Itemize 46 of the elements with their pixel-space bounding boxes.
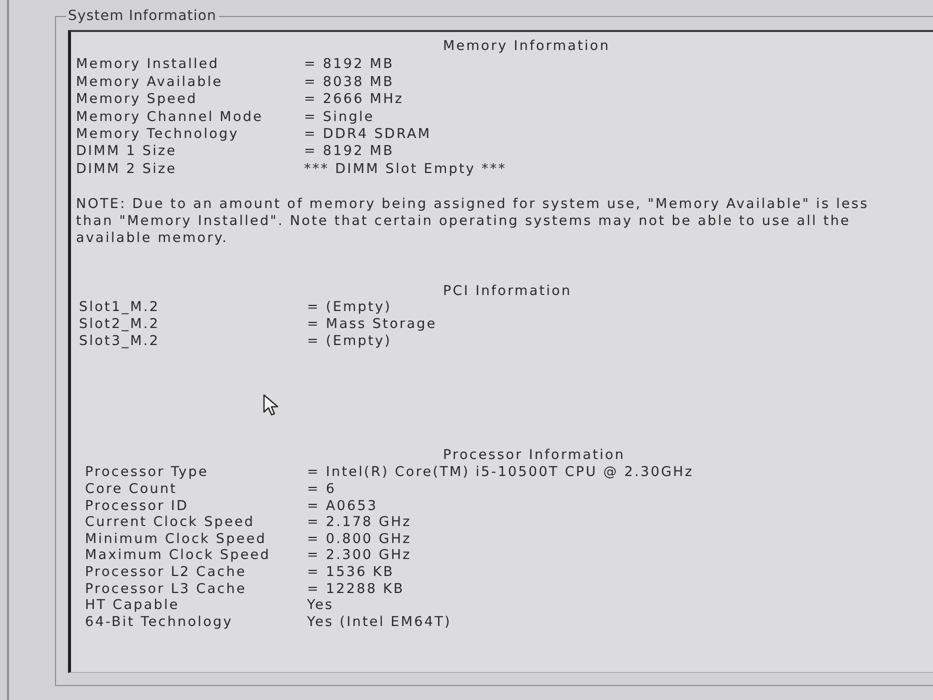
field-label: Memory Installed <box>76 56 220 74</box>
field-value: = 2666 MHz <box>304 91 404 109</box>
section-title: Memory Information <box>443 38 610 54</box>
field-label: Processor ID <box>85 498 190 514</box>
field-label: HT Capable <box>85 597 180 614</box>
field-value: = Mass Storage <box>307 316 437 334</box>
field-value: = 2.300 GHz <box>307 547 412 564</box>
field-value: = (Empty) <box>307 333 392 351</box>
section-title: Processor Information <box>443 446 626 463</box>
field-value: *** DIMM Slot Empty *** <box>304 160 507 178</box>
field-value: = 8038 MB <box>304 74 394 92</box>
field-value: = 1536 KB <box>307 564 394 581</box>
field-label: Slot3_M.2 <box>79 333 161 351</box>
field-label: DIMM 2 Size <box>76 160 178 178</box>
field-label: Memory Speed <box>76 91 198 109</box>
field-label: DIMM 1 Size <box>76 143 178 161</box>
field-label: Slot2_M.2 <box>79 316 161 334</box>
field-value: = 2.178 GHz <box>307 514 412 531</box>
field-value: = 6 <box>307 481 336 498</box>
field-label: Processor L2 Cache <box>85 564 248 581</box>
field-label: Processor L3 Cache <box>85 580 248 598</box>
field-label: Current Clock Speed <box>85 514 256 531</box>
field-value: = 12288 KB <box>307 580 404 598</box>
field-value: Yes (Intel EM64T) <box>307 614 452 630</box>
field-label: Maximum Clock Speed <box>85 547 272 564</box>
field-label: Processor Type <box>85 464 210 482</box>
field-value: = A0653 <box>307 498 378 514</box>
field-label: 64-Bit Technology <box>85 614 234 630</box>
field-label: Memory Available <box>76 74 224 92</box>
field-label: Slot1_M.2 <box>79 298 161 316</box>
note-text: NOTE: Due to an amount of memory being assigned for system use, "Memory Available" is less than "Memory Installed". Note that certain operating systems may not be able to use all the available memory. <box>76 196 870 248</box>
field-label: Core Count <box>85 481 178 498</box>
field-value: = 0.800 GHz <box>307 530 412 548</box>
field-value: = Single <box>304 108 374 126</box>
field-value: = 8192 MB <box>304 143 394 161</box>
field-value: = (Empty) <box>307 298 392 316</box>
panel-title: System Information <box>67 9 218 23</box>
field-value: = Intel(R) Core(TM) i5-10500T CPU @ 2.30GHz <box>307 464 694 482</box>
field-value: = 8192 MB <box>304 56 394 74</box>
field-label: Memory Channel Mode <box>76 108 264 126</box>
field-value: = DDR4 SDRAM <box>304 126 432 144</box>
mouse-pointer-icon <box>263 394 280 416</box>
field-value: Yes <box>307 597 334 614</box>
field-label: Minimum Clock Speed <box>85 530 268 548</box>
section-title: PCI Information <box>443 283 572 300</box>
field-label: Memory Technology <box>76 126 240 144</box>
